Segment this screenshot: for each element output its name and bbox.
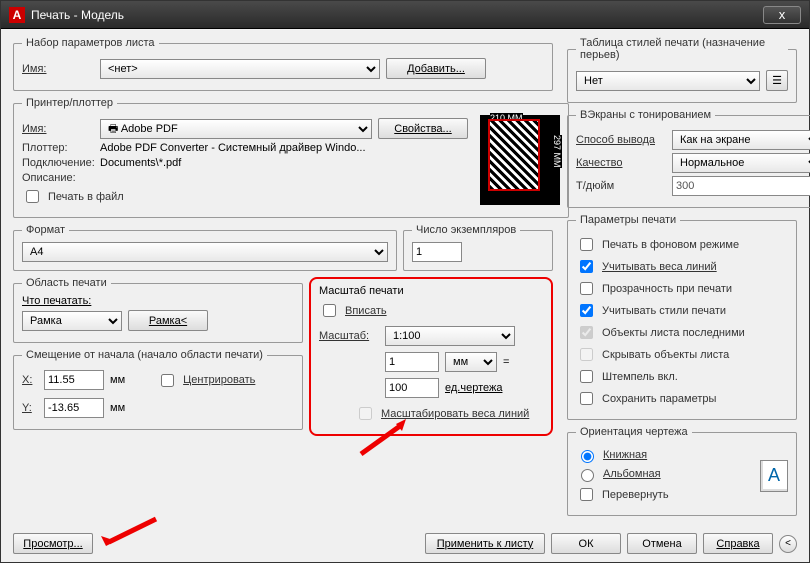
offset-legend: Смещение от начала (начало области печат… xyxy=(22,349,267,361)
printer-name-label: Имя: xyxy=(22,123,94,135)
offset-y-unit: мм xyxy=(110,402,125,414)
shade-quality-select[interactable]: Нормальное xyxy=(672,153,810,173)
offset-y-input[interactable] xyxy=(44,398,104,418)
close-button[interactable]: x xyxy=(763,6,801,24)
app-icon: A xyxy=(9,7,25,23)
plot-style-edit-button[interactable]: ☰ xyxy=(766,70,788,91)
plot-scale-group: Масштаб печати Вписать Масштаб: 1:100 xyxy=(315,283,547,428)
scale-drawing-input[interactable] xyxy=(385,378,439,398)
scale-lineweights-checkbox xyxy=(359,407,372,420)
scale-lineweights-label: Масштабировать веса линий xyxy=(381,408,529,420)
titlebar: A Печать - Модель x xyxy=(1,1,809,29)
paper-size-group: Формат A4 xyxy=(13,224,397,271)
scale-drawing-label: ед.чертежа xyxy=(445,382,502,394)
plotter-value: Adobe PDF Converter - Системный драйвер … xyxy=(100,142,366,154)
opt-hide-paperspace-checkbox xyxy=(580,348,593,361)
plot-style-legend: Таблица стилей печати (назначение перьев… xyxy=(576,37,788,61)
scale-label: Масштаб: xyxy=(319,330,379,342)
plot-area-legend: Область печати xyxy=(22,277,111,289)
plot-options-group: Параметры печати Печать в фоновом режиме… xyxy=(567,214,797,420)
window-title: Печать - Модель xyxy=(31,8,763,22)
orient-upside-checkbox[interactable] xyxy=(580,488,593,501)
orientation-icon: A xyxy=(760,460,788,492)
shade-method-select[interactable]: Как на экране xyxy=(672,130,810,150)
center-plot-checkbox[interactable] xyxy=(161,374,174,387)
opt-paperspace-last-checkbox xyxy=(580,326,593,339)
desc-label: Описание: xyxy=(22,172,94,184)
offset-x-input[interactable] xyxy=(44,370,104,390)
paper-preview: 210 MM 297 MM xyxy=(480,115,560,205)
opt-stamp-checkbox[interactable] xyxy=(580,370,593,383)
offset-x-unit: мм xyxy=(110,374,125,386)
opt-plotstyles-checkbox[interactable] xyxy=(580,304,593,317)
help-button[interactable]: Справка xyxy=(703,533,773,554)
add-page-setup-button[interactable]: Добавить... xyxy=(386,58,486,79)
where-value: Documents\*.pdf xyxy=(100,157,181,169)
orient-portrait-radio[interactable] xyxy=(581,450,594,463)
scale-equals: = xyxy=(503,356,509,368)
opt-transparency-checkbox[interactable] xyxy=(580,282,593,295)
what-to-plot-label: Что печатать: xyxy=(22,295,294,307)
orientation-legend: Ориентация чертежа xyxy=(576,426,692,438)
printer-properties-button[interactable]: Свойства... xyxy=(378,118,468,139)
expand-button[interactable]: < xyxy=(779,535,797,553)
offset-y-label: Y: xyxy=(22,402,38,414)
paper-size-legend: Формат xyxy=(22,224,69,236)
page-setup-legend: Набор параметров листа xyxy=(22,37,159,49)
ok-button[interactable]: ОК xyxy=(551,533,621,554)
shade-quality-label: Качество xyxy=(576,157,666,169)
printer-group: Принтер/плоттер Имя: 🖶 Adobe PDF Свойств… xyxy=(13,97,569,218)
cancel-button[interactable]: Отмена xyxy=(627,533,697,554)
orientation-group: Ориентация чертежа Книжная Альбомная Пер… xyxy=(567,426,797,516)
fit-to-paper-checkbox[interactable] xyxy=(323,304,336,317)
shade-method-label: Способ вывода xyxy=(576,134,666,146)
shaded-viewport-group: ВЭкраны с тонированием Способ вывода Как… xyxy=(567,109,810,208)
plot-style-group: Таблица стилей печати (назначение перьев… xyxy=(567,37,797,103)
plot-scale-legend: Масштаб печати xyxy=(319,285,543,297)
print-dialog: A Печать - Модель x Набор параметров лис… xyxy=(0,0,810,563)
orient-landscape-radio[interactable] xyxy=(581,469,594,482)
apply-to-layout-button[interactable]: Применить к листу xyxy=(425,533,545,554)
paper-height-label: 297 MM xyxy=(552,135,562,168)
scale-select[interactable]: 1:100 xyxy=(385,326,515,346)
fit-to-paper-label: Вписать xyxy=(345,305,387,317)
plot-to-file-checkbox[interactable] xyxy=(26,190,39,203)
page-setup-group: Набор параметров листа Имя: <нет> Добави… xyxy=(13,37,553,91)
copies-legend: Число экземпляров xyxy=(412,224,520,236)
shaded-viewport-legend: ВЭкраны с тонированием xyxy=(576,109,715,121)
window-pick-button[interactable]: Рамка< xyxy=(128,310,208,331)
offset-group: Смещение от начала (начало области печат… xyxy=(13,349,303,430)
paper-size-select[interactable]: A4 xyxy=(22,242,388,262)
offset-x-label: X: xyxy=(22,374,38,386)
opt-background-checkbox[interactable] xyxy=(580,238,593,251)
scale-units-input[interactable] xyxy=(385,352,439,372)
what-to-plot-select[interactable]: Рамка xyxy=(22,311,122,331)
copies-input[interactable] xyxy=(412,242,462,262)
printer-name-select[interactable]: 🖶 Adobe PDF xyxy=(100,119,372,139)
plot-to-file-label: Печать в файл xyxy=(48,191,124,203)
center-plot-label: Центрировать xyxy=(183,374,255,386)
shade-dpi-input xyxy=(672,176,810,196)
scale-unit-select[interactable]: мм xyxy=(445,352,497,372)
page-setup-name-label: Имя: xyxy=(22,63,94,75)
shade-dpi-label: Т/дюйм xyxy=(576,180,666,192)
printer-legend: Принтер/плоттер xyxy=(22,97,117,109)
page-setup-name-select[interactable]: <нет> xyxy=(100,59,380,79)
where-label: Подключение: xyxy=(22,157,94,169)
plot-options-legend: Параметры печати xyxy=(576,214,680,226)
plot-area-group: Область печати Что печатать: Рамка Рамка… xyxy=(13,277,303,343)
plot-style-select[interactable]: Нет xyxy=(576,71,760,91)
opt-lineweights-checkbox[interactable] xyxy=(580,260,593,273)
plotter-label: Плоттер: xyxy=(22,142,94,154)
copies-group: Число экземпляров xyxy=(403,224,553,271)
preview-button[interactable]: Просмотр... xyxy=(13,533,93,554)
scale-highlight: Масштаб печати Вписать Масштаб: 1:100 xyxy=(309,277,553,436)
opt-save-changes-checkbox[interactable] xyxy=(580,392,593,405)
